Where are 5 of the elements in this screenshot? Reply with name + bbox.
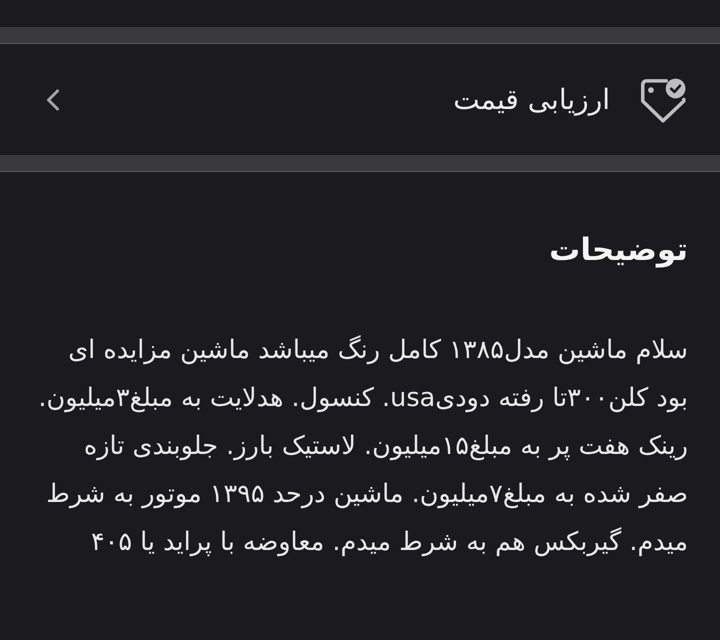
description-paragraph: سلام ماشین مدل۱۳۸۵ کامل رنگ میباشد ماشین مزایده ای بود کلن۳۰۰تا رفته دودیusa. کنسول. هدلایت به مبلغ۳میلیون. رینک هفت پر به مبلغ۱۵میلیون. لاستیک بارز. جلوبندی تازه صفر شده به مبلغ۷میلیون. ماشین درحد ۱۳۹۵ موتور به شرط میدم. گیربکس هم به شرط میدم. معاوضه با پراید یا ۴۰۵ [37, 334, 688, 559]
menu-item[interactable]: ارزیابی قیمت [0, 44, 720, 155]
chevron-left-icon [46, 88, 60, 110]
section-heading: توضیحات [548, 231, 688, 270]
price-tag-check-icon [640, 76, 686, 122]
